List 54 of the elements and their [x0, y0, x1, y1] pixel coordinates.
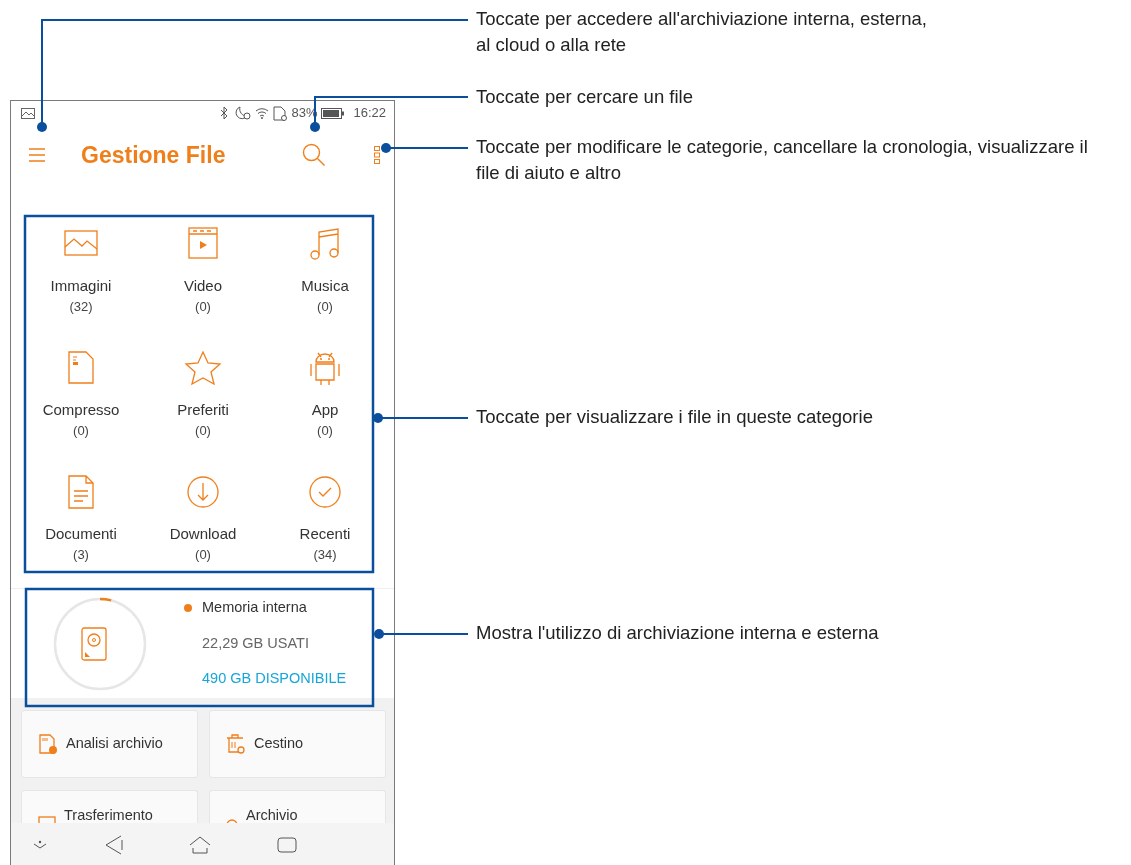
image-icon	[21, 107, 35, 119]
category-label[interactable]: Download	[169, 525, 237, 543]
file-count: (0)	[195, 546, 211, 564]
tool-tile[interactable]: Analisi archivio	[21, 710, 198, 778]
category-label[interactable]: Recenti	[299, 525, 351, 543]
category-label[interactable]: Compresso	[42, 401, 120, 419]
file-count: (0)	[195, 422, 211, 440]
tool-tile[interactable]: Cestino	[209, 710, 386, 778]
sd-card-icon	[273, 105, 288, 121]
storage-name: Memoria interna	[202, 597, 307, 617]
battery-icon	[321, 107, 346, 119]
category-label[interactable]: Video	[183, 277, 223, 295]
category-label[interactable]: Preferiti	[177, 401, 229, 419]
file-count: (32)	[69, 298, 93, 316]
hard-drive-icon	[81, 626, 107, 661]
callout-text: Toccate per modificare le categorie, cancellare la cronologia, visualizzare il file di aiuto e altro	[476, 135, 1089, 185]
wifi-icon	[255, 106, 270, 120]
more-options-icon[interactable]	[374, 146, 380, 164]
file-count: (0)	[195, 298, 211, 316]
chevron-down-icon[interactable]	[33, 839, 47, 850]
search-icon[interactable]	[302, 143, 326, 167]
file-count: (0)	[317, 422, 333, 440]
file-count: (3)	[73, 546, 89, 564]
tool-label: Archivio	[246, 806, 298, 823]
tool-tile[interactable]: Trasferimento	[21, 790, 198, 823]
app-title: Gestione File	[81, 140, 226, 170]
file-count: (0)	[317, 298, 333, 316]
category-label[interactable]: Musica	[301, 277, 349, 295]
recent-apps-icon[interactable]	[277, 836, 297, 853]
clock-time: 16:22	[353, 104, 386, 123]
tool-label: Analisi archivio	[66, 734, 163, 754]
storage-analysis-icon	[38, 733, 58, 755]
available-space: 490 GB DISPONIBILE	[202, 669, 347, 689]
status-dot	[184, 603, 192, 612]
file-count: (0)	[73, 422, 89, 440]
category-label[interactable]: Documenti	[45, 525, 117, 543]
tool-label: Cestino	[254, 734, 304, 754]
tool-tile[interactable]: Archivio	[209, 790, 386, 823]
back-icon[interactable]	[105, 834, 123, 855]
moon-alarm-icon	[233, 106, 252, 120]
trash-icon	[226, 733, 246, 755]
home-icon[interactable]	[189, 835, 211, 854]
callout-text: Toccate per accedere all'archiviazione interna, esterna, al cloud o alla rete	[476, 7, 928, 57]
category-label[interactable]: App	[311, 401, 339, 419]
callout-text: Toccate per visualizzare i file in queste categorie	[476, 405, 873, 429]
file-count: (34)	[313, 546, 337, 564]
used-space: 22,29 GB USATI	[202, 633, 310, 653]
category-label[interactable]: Immagini	[50, 277, 112, 295]
callout-text: Toccate per cercare un file	[476, 85, 693, 109]
bluetooth-icon	[220, 106, 230, 120]
menu-icon[interactable]	[29, 148, 45, 162]
tool-label: Trasferimento	[64, 806, 153, 823]
star-icon	[183, 349, 223, 387]
callout-text: Mostra l'utilizzo di archiviazione interna e esterna	[476, 621, 879, 645]
